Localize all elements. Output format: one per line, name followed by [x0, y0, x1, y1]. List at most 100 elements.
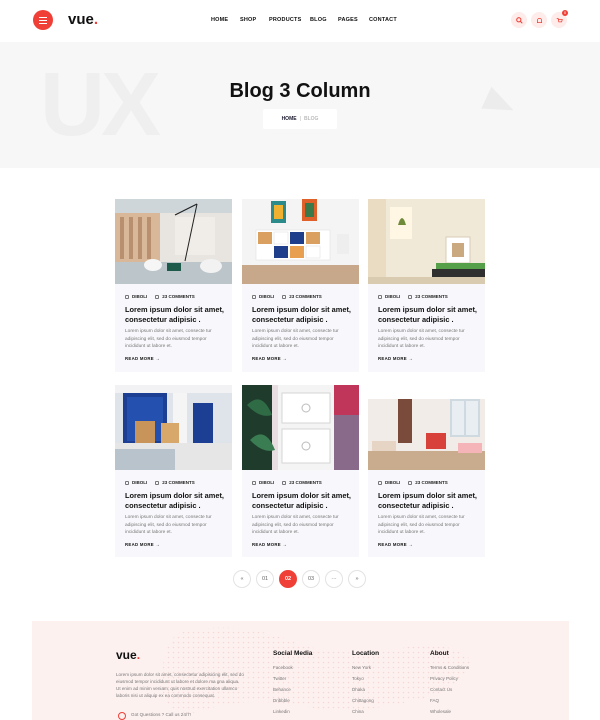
- page-title: Blog 3 Column: [229, 80, 371, 102]
- arrow-right-icon: →: [408, 356, 414, 361]
- breadcrumb-separator: |: [299, 116, 301, 122]
- read-more-link[interactable]: READ MORE →: [125, 542, 160, 547]
- read-more-link[interactable]: READ MORE →: [125, 356, 160, 361]
- arrow-right-icon: →: [408, 542, 414, 547]
- footer-link[interactable]: Dribbble: [273, 698, 312, 709]
- page-button[interactable]: 03: [302, 570, 320, 588]
- comment-icon: [155, 480, 160, 485]
- comment-icon: [408, 480, 413, 485]
- post-meta: DIBOLI 23 COMMENTS: [125, 294, 195, 299]
- page-button[interactable]: 01: [256, 570, 274, 588]
- footer-link[interactable]: New York: [352, 665, 379, 676]
- post-title[interactable]: Lorem ipsum dolor sit amet, consectetur …: [125, 491, 225, 511]
- post-image[interactable]: [242, 199, 359, 284]
- blog-card: DIBOLI 23 COMMENTS Lorem ipsum dolor sit…: [368, 385, 485, 557]
- footer-link[interactable]: Contact Us: [430, 687, 469, 698]
- post-image[interactable]: [368, 385, 485, 470]
- next-page-button[interactable]: »: [348, 570, 366, 588]
- footer-link[interactable]: China: [352, 709, 379, 720]
- footer-link[interactable]: Behance: [273, 687, 312, 698]
- post-excerpt: Lorem ipsum dolor sit amet, consecte tur…: [252, 515, 339, 535]
- blog-card: DIBOLI 23 COMMENTS Lorem ipsum dolor sit…: [368, 199, 485, 372]
- author-icon: [125, 294, 129, 299]
- author-icon: [252, 294, 256, 299]
- post-author[interactable]: DIBOLI: [252, 294, 274, 299]
- author-icon: [378, 480, 382, 485]
- post-author[interactable]: DIBOLI: [125, 294, 147, 299]
- post-author[interactable]: DIBOLI: [125, 480, 147, 485]
- comment-icon: [408, 294, 413, 299]
- breadcrumb-current: BLOG: [303, 116, 319, 122]
- footer-link[interactable]: Wholesale: [430, 709, 469, 720]
- pagination: « 01 02 03 ··· »: [0, 570, 600, 590]
- nav-item-pages[interactable]: PAGES: [338, 17, 358, 23]
- post-comments[interactable]: 23 COMMENTS: [155, 294, 195, 299]
- read-more-link[interactable]: READ MORE →: [252, 356, 287, 361]
- more-pages-button[interactable]: ···: [325, 570, 343, 588]
- nav-item-home[interactable]: HOME: [211, 17, 228, 23]
- post-title[interactable]: Lorem ipsum dolor sit amet, consectetur …: [252, 305, 352, 325]
- footer-link[interactable]: Twitter: [273, 676, 312, 687]
- arrow-right-icon: →: [282, 356, 288, 361]
- footer-link[interactable]: Chittagong: [352, 698, 379, 709]
- post-author[interactable]: DIBOLI: [378, 294, 400, 299]
- post-comments[interactable]: 23 COMMENTS: [155, 480, 195, 485]
- comment-icon: [282, 480, 287, 485]
- post-image[interactable]: [368, 199, 485, 284]
- breadcrumb: HOME | BLOG: [263, 109, 337, 129]
- post-meta: DIBOLI 23 COMMENTS: [252, 294, 322, 299]
- post-excerpt: Lorem ipsum dolor sit amet, consecte tur…: [252, 329, 339, 349]
- post-title[interactable]: Lorem ipsum dolor sit amet, consectetur …: [252, 491, 352, 511]
- arrow-right-icon: →: [282, 542, 288, 547]
- nav-item-products[interactable]: PRODUCTS: [269, 17, 301, 23]
- post-excerpt: Lorem ipsum dolor sit amet, consecte tur…: [125, 329, 212, 349]
- footer-link[interactable]: Terms & Conditions: [430, 665, 469, 676]
- post-title[interactable]: Lorem ipsum dolor sit amet, consectetur …: [378, 305, 478, 325]
- post-image[interactable]: [115, 385, 232, 470]
- footer-column-title: Social Media: [273, 650, 313, 657]
- post-title[interactable]: Lorem ipsum dolor sit amet, consectetur …: [378, 491, 478, 511]
- post-meta: DIBOLI 23 COMMENTS: [252, 480, 322, 485]
- footer-link[interactable]: Tokyo: [352, 676, 379, 687]
- post-meta: DIBOLI 23 COMMENTS: [378, 294, 448, 299]
- author-icon: [125, 480, 129, 485]
- read-more-link[interactable]: READ MORE →: [378, 356, 413, 361]
- read-more-link[interactable]: READ MORE →: [378, 542, 413, 547]
- nav-item-contact[interactable]: CONTACT: [369, 17, 397, 23]
- read-more-link[interactable]: READ MORE →: [252, 542, 287, 547]
- nav-item-shop[interactable]: SHOP: [240, 17, 256, 23]
- post-author[interactable]: DIBOLI: [252, 480, 274, 485]
- prev-page-button[interactable]: «: [233, 570, 251, 588]
- author-icon: [378, 294, 382, 299]
- arrow-right-icon: →: [155, 542, 161, 547]
- page-button-active[interactable]: 02: [279, 570, 297, 588]
- post-comments[interactable]: 23 COMMENTS: [282, 480, 322, 485]
- post-comments[interactable]: 23 COMMENTS: [408, 294, 448, 299]
- footer-link[interactable]: Dhaka: [352, 687, 379, 698]
- post-meta: DIBOLI 23 COMMENTS: [125, 480, 195, 485]
- post-excerpt: Lorem ipsum dolor sit amet, consecte tur…: [378, 329, 465, 349]
- breadcrumb-home[interactable]: HOME: [282, 116, 297, 122]
- post-image[interactable]: [115, 199, 232, 284]
- post-comments[interactable]: 23 COMMENTS: [408, 480, 448, 485]
- post-author[interactable]: DIBOLI: [378, 480, 400, 485]
- footer-call-info: Got Questions ? Call us 24/7!: [118, 712, 191, 720]
- footer-link[interactable]: FAQ: [430, 698, 469, 709]
- arrow-right-icon: →: [155, 356, 161, 361]
- footer-column-about: About Terms & Conditions Privacy Policy …: [430, 650, 469, 720]
- search-icon[interactable]: [511, 12, 527, 28]
- nav-item-blog[interactable]: BLOG: [310, 17, 327, 23]
- footer-logo[interactable]: vue.: [116, 648, 140, 662]
- footer-link[interactable]: Privacy Policy: [430, 676, 469, 687]
- site-header: vue. HOME SHOP PRODUCTS BLOG PAGES CONTA…: [0, 0, 600, 42]
- post-title[interactable]: Lorem ipsum dolor sit amet, consectetur …: [125, 305, 225, 325]
- post-image[interactable]: [242, 385, 359, 470]
- post-comments[interactable]: 23 COMMENTS: [282, 294, 322, 299]
- footer-column-title: About: [430, 650, 449, 657]
- user-icon[interactable]: [531, 12, 547, 28]
- footer-link[interactable]: Facebook: [273, 665, 312, 676]
- author-icon: [252, 480, 256, 485]
- blog-card: DIBOLI 23 COMMENTS Lorem ipsum dolor sit…: [242, 199, 359, 372]
- footer-link[interactable]: Linkedin: [273, 709, 312, 720]
- blog-card: DIBOLI 23 COMMENTS Lorem ipsum dolor sit…: [115, 385, 232, 557]
